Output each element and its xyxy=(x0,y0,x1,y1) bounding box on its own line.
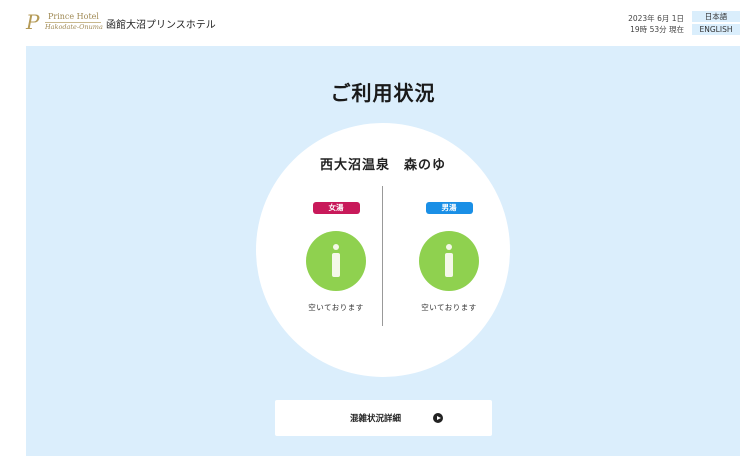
person-icon xyxy=(330,244,342,278)
site-header: P Prince Hotel Hakodate-Onuma 函館大沼プリンスホテ… xyxy=(0,0,740,44)
logo-mark: P xyxy=(26,10,40,34)
play-arrow-icon xyxy=(433,413,443,423)
mens-status-indicator xyxy=(419,231,479,291)
mens-status-text: 空いております xyxy=(421,303,477,312)
person-icon xyxy=(443,244,455,278)
current-date: 2023年 6月 1日 xyxy=(628,14,684,23)
hotel-name: 函館大沼プリンスホテル xyxy=(106,20,216,31)
main-content: ご利用状況 西大沼温泉 森のゆ 女湯 空いております 男湯 空いております 混雑… xyxy=(26,46,740,456)
current-time: 19時 53分 現在 xyxy=(630,25,684,34)
facility-status-panel: 西大沼温泉 森のゆ 女湯 空いております 男湯 空いております xyxy=(256,123,510,377)
logo-location-text: Hakodate-Onuma xyxy=(45,23,103,31)
womens-bath-status: 女湯 空いております xyxy=(296,202,376,313)
womens-status-indicator xyxy=(306,231,366,291)
congestion-detail-button[interactable]: 混雑状況詳細 xyxy=(275,400,492,436)
current-datetime: 2023年 6月 1日 19時 53分 現在 xyxy=(614,13,684,35)
womens-bath-badge: 女湯 xyxy=(312,202,360,214)
prince-hotel-logo[interactable]: P Prince Hotel Hakodate-Onuma xyxy=(26,10,103,34)
congestion-detail-label: 混雑状況詳細 xyxy=(350,414,402,424)
mens-bath-badge: 男湯 xyxy=(425,202,473,214)
page-title: ご利用状況 xyxy=(330,81,436,105)
bath-divider xyxy=(382,186,383,326)
facility-name: 西大沼温泉 森のゆ xyxy=(319,158,446,173)
mens-bath-status: 男湯 空いております xyxy=(409,202,489,313)
language-japanese-button[interactable]: 日本語 xyxy=(692,11,740,22)
language-english-button[interactable]: ENGLISH xyxy=(692,24,740,35)
womens-status-text: 空いております xyxy=(308,303,364,312)
logo-brand-text: Prince Hotel xyxy=(48,12,99,21)
